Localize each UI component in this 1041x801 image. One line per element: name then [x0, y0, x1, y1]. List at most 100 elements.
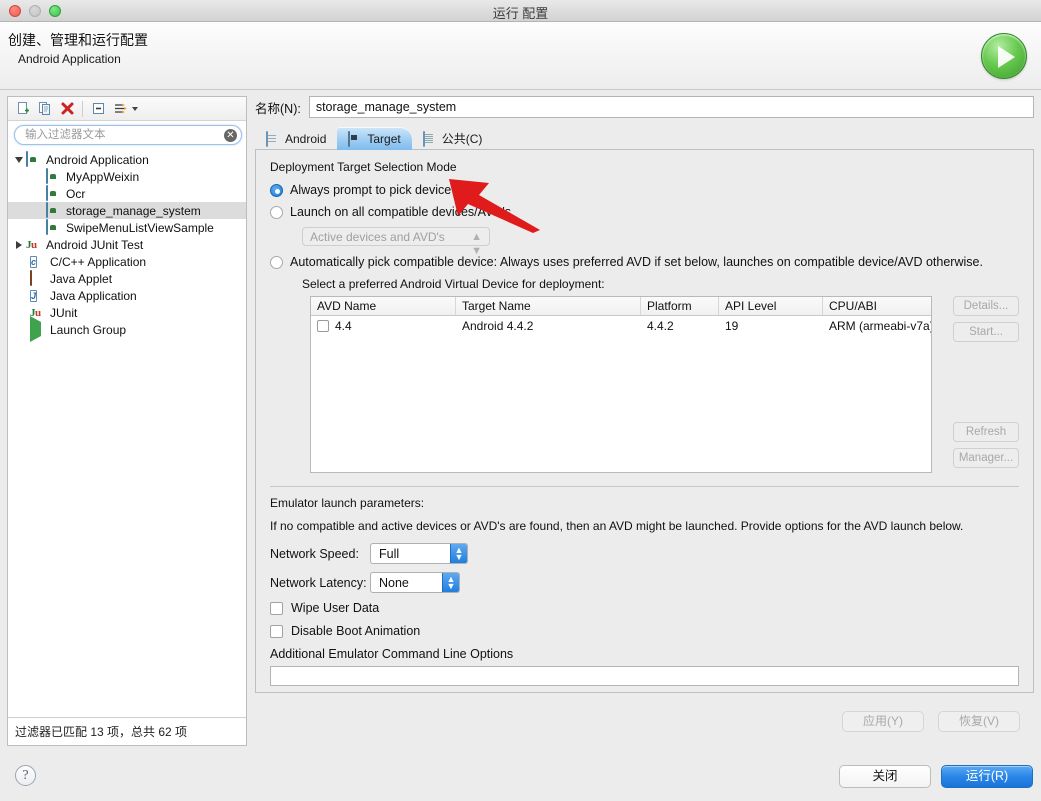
apply-button[interactable]: 应用(Y)	[842, 711, 924, 732]
stepper-icon[interactable]: ▲ ▼	[442, 573, 459, 592]
tree-item-launch-group[interactable]: Launch Group	[8, 316, 246, 342]
close-button[interactable]: 关闭	[839, 765, 931, 788]
tab-common[interactable]: 公共(C)	[412, 127, 494, 150]
configurations-tree[interactable]: Android Application MyAppWeixin Ocr stor…	[8, 149, 246, 717]
cell-target-name: Android 4.4.2	[462, 318, 534, 333]
column-header-platform[interactable]: Platform	[641, 297, 719, 315]
cell-platform: 4.4.2	[647, 318, 674, 333]
column-header-api-level[interactable]: API Level	[719, 297, 823, 315]
revert-button[interactable]: 恢复(V)	[938, 711, 1020, 732]
stepper-icon: ▲ ▼	[471, 231, 482, 257]
details-button[interactable]: Details...	[953, 296, 1019, 316]
tab-target[interactable]: Target	[337, 127, 412, 150]
tree-item-c-cpp-application[interactable]: c C/C++ Application	[8, 253, 246, 270]
network-speed-row: Network Speed: Full ▲ ▼	[270, 543, 1019, 564]
dialog-header: 创建、管理和运行配置 Android Application	[0, 22, 1041, 90]
tree-item-junit[interactable]: Ju JUnit	[8, 304, 246, 321]
page-title: 创建、管理和运行配置	[8, 32, 148, 48]
tree-item-label: C/C++ Application	[50, 254, 147, 269]
tree-item-label: SwipeMenuListViewSample	[66, 220, 214, 235]
clear-filter-icon[interactable]: ✕	[224, 129, 237, 142]
radio-button[interactable]	[270, 206, 283, 219]
name-row: 名称(N):	[255, 96, 1034, 118]
tree-item-swipemenulistviewsample[interactable]: SwipeMenuListViewSample	[8, 219, 246, 236]
tree-item-java-application[interactable]: J Java Application	[8, 287, 246, 304]
android-icon	[46, 219, 62, 235]
network-latency-row: Network Latency: None ▲ ▼	[270, 572, 1019, 593]
run-button[interactable]: 运行(R)	[941, 765, 1033, 788]
disclosure-open-icon[interactable]	[12, 156, 26, 163]
toolbar-divider	[82, 100, 83, 117]
filter-field-wrapper: ✕	[14, 125, 242, 145]
avd-action-buttons: Details... Start... Refresh Manager...	[953, 296, 1019, 474]
java-application-icon: J	[30, 290, 38, 302]
tree-item-label: Launch Group	[50, 322, 127, 337]
refresh-button[interactable]: Refresh	[953, 422, 1019, 442]
column-header-avd-name[interactable]: AVD Name	[311, 297, 456, 315]
filter-configurations-icon[interactable]	[109, 99, 131, 119]
start-button[interactable]: Start...	[953, 322, 1019, 342]
additional-options-input[interactable]	[270, 666, 1019, 686]
tree-item-android-application[interactable]: Android Application	[8, 151, 246, 168]
name-label: 名称(N):	[255, 101, 301, 116]
deployment-group-title: Deployment Target Selection Mode	[270, 160, 457, 174]
tree-item-label: JUnit	[50, 305, 78, 320]
active-devices-combo[interactable]: Active devices and AVD's ▲ ▼	[302, 227, 490, 257]
tab-android[interactable]: Android	[255, 127, 337, 150]
tree-item-myappweixin[interactable]: MyAppWeixin	[8, 168, 246, 185]
network-speed-select[interactable]: Full ▲ ▼	[370, 543, 468, 564]
new-configuration-icon[interactable]	[12, 99, 34, 119]
tree-item-storage-manage-system[interactable]: storage_manage_system	[8, 202, 246, 219]
column-header-target-name[interactable]: Target Name	[456, 297, 641, 315]
java-applet-icon	[30, 270, 46, 286]
android-icon	[46, 185, 62, 201]
wipe-user-data-checkbox[interactable]	[270, 601, 283, 615]
collapse-all-icon[interactable]	[87, 99, 109, 119]
window-titlebar: 运行 配置	[0, 0, 1041, 22]
duplicate-configuration-icon[interactable]	[34, 99, 56, 119]
run-play-icon	[981, 33, 1027, 79]
tree-item-label: Android JUnit Test	[46, 237, 144, 252]
emulator-params-title: Emulator launch parameters:	[270, 496, 425, 510]
radio-label: Automatically pick compatible device: Al…	[290, 255, 983, 269]
launch-group-icon	[30, 316, 46, 342]
tab-label: Android	[285, 131, 327, 146]
table-row[interactable]: 4.4 Android 4.4.2 4.4.2 19 ARM (armeabi-…	[311, 316, 931, 335]
tree-item-label: Android Application	[46, 152, 149, 167]
name-input[interactable]	[308, 96, 1034, 118]
column-header-cpu-abi[interactable]: CPU/ABI	[823, 297, 931, 315]
radio-always-prompt[interactable]: Always prompt to pick device	[270, 183, 1019, 198]
tree-item-android-junit-test[interactable]: Ju Android JUnit Test	[8, 236, 246, 253]
radio-button[interactable]	[270, 256, 283, 269]
network-latency-label: Network Latency:	[270, 575, 367, 590]
android-tab-icon	[266, 131, 280, 147]
network-speed-value: Full	[379, 546, 400, 561]
disable-boot-animation-checkbox[interactable]	[270, 624, 283, 638]
filter-input[interactable]	[14, 125, 242, 145]
tree-item-ocr[interactable]: Ocr	[8, 185, 246, 202]
configurations-toolbar	[8, 97, 246, 121]
tree-item-label: MyAppWeixin	[66, 169, 140, 184]
manager-button[interactable]: Manager...	[953, 448, 1019, 468]
disable-boot-animation-label: Disable Boot Animation	[291, 624, 421, 638]
radio-button[interactable]	[270, 184, 283, 197]
network-latency-value: None	[379, 575, 409, 590]
cell-cpu-abi: ARM (armeabi-v7a)	[829, 318, 931, 333]
disable-boot-animation-row[interactable]: Disable Boot Animation	[270, 624, 1019, 638]
avd-table[interactable]: AVD Name Target Name Platform API Level …	[310, 296, 932, 473]
network-latency-select[interactable]: None ▲ ▼	[370, 572, 460, 593]
stepper-icon[interactable]: ▲ ▼	[450, 544, 467, 563]
wipe-user-data-row[interactable]: Wipe User Data	[270, 601, 1019, 615]
junit-android-icon: Ju	[26, 239, 37, 251]
configurations-panel: ✕ Android Application MyAppWeixin Ocr st…	[7, 96, 247, 746]
row-checkbox[interactable]	[317, 319, 329, 332]
chevron-down-icon[interactable]	[132, 106, 138, 111]
delete-configuration-icon[interactable]	[56, 99, 78, 119]
radio-auto-pick-compatible[interactable]: Automatically pick compatible device: Al…	[270, 255, 1019, 270]
radio-launch-all-compatible[interactable]: Launch on all compatible devices/AVD's	[270, 205, 1019, 220]
disclosure-closed-icon[interactable]	[12, 240, 26, 249]
common-tab-icon	[422, 131, 437, 147]
tab-bar: Android Target 公共(C)	[255, 126, 1034, 150]
help-icon[interactable]: ?	[15, 765, 36, 786]
tree-item-java-applet[interactable]: Java Applet	[8, 270, 246, 287]
